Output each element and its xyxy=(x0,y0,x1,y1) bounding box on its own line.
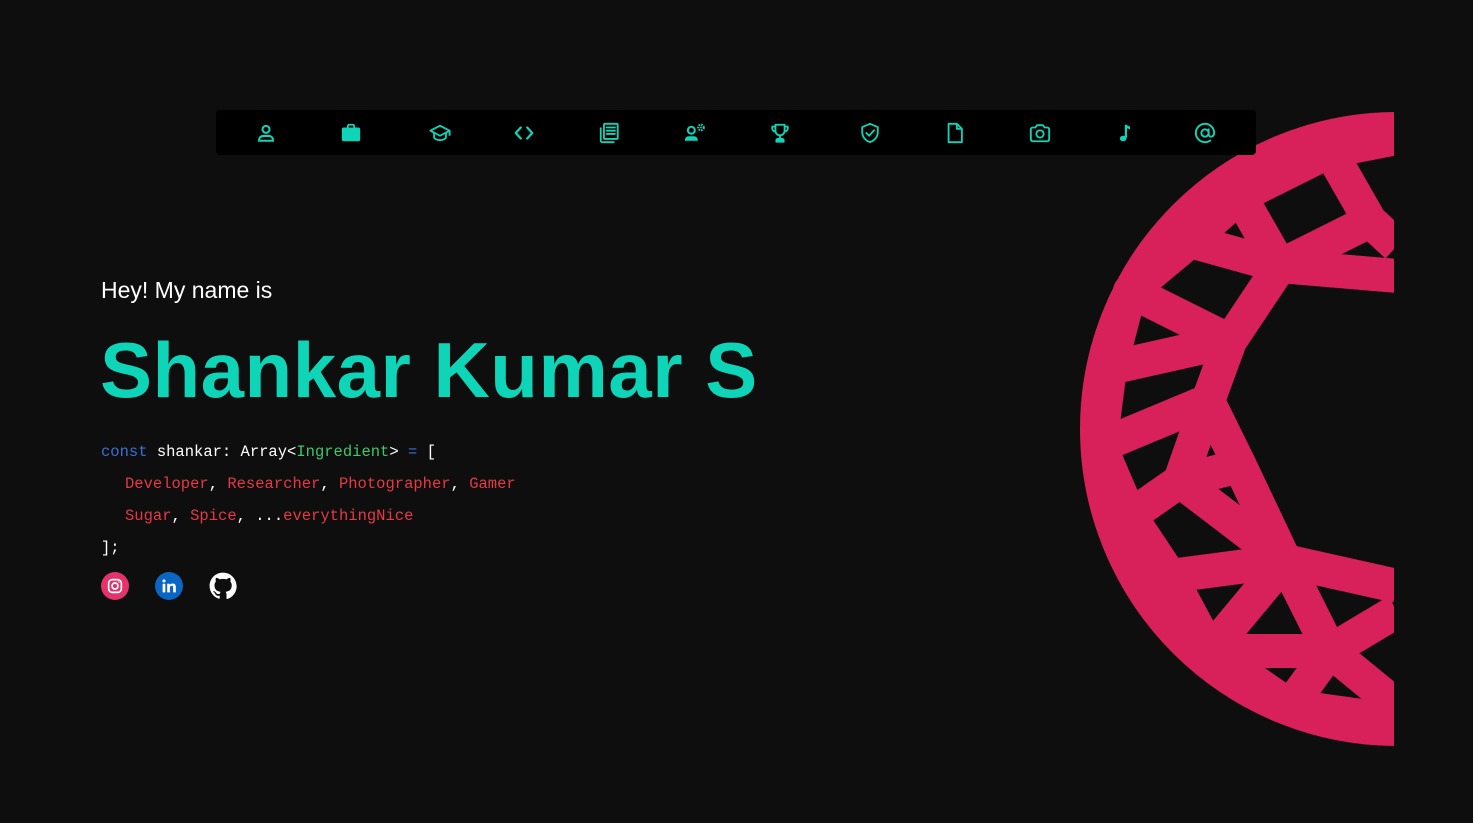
code-item-sugar: Sugar xyxy=(125,507,172,525)
trophy-icon xyxy=(771,123,789,143)
greeting-text: Hey! My name is xyxy=(101,277,273,303)
code-icon xyxy=(514,126,534,140)
code-comma: , xyxy=(171,507,191,525)
user-gear-icon xyxy=(684,123,705,141)
decorative-gem-logo xyxy=(1040,106,1394,752)
nav-photography[interactable] xyxy=(1026,119,1054,147)
nav-publications[interactable] xyxy=(595,119,623,147)
code-snippet: const shankar: Array<Ingredient> = [ Dev… xyxy=(101,440,516,568)
nav-achievements[interactable] xyxy=(766,119,794,147)
code-open-bracket: [ xyxy=(417,443,436,461)
code-type-name: Ingredient xyxy=(296,443,390,461)
page: Hey! My name is Shankar Kumar S const sh… xyxy=(0,0,1473,823)
at-sign-icon xyxy=(1194,122,1216,144)
code-line-1: const shankar: Array<Ingredient> = [ xyxy=(101,440,516,472)
code-item-gamer: Gamer xyxy=(469,475,516,493)
code-comma: , xyxy=(320,475,339,493)
linkedin-link[interactable] xyxy=(155,572,183,600)
code-item-researcher: Researcher xyxy=(227,475,321,493)
code-line-4: ]; xyxy=(101,536,516,568)
code-variable-decl: shankar: Array< xyxy=(147,443,297,461)
nav-projects[interactable] xyxy=(510,119,538,147)
linkedin-icon xyxy=(162,579,176,593)
code-line-3: Sugar, Spice, ...everythingNice xyxy=(101,504,516,536)
code-item-spice: Spice xyxy=(190,507,237,525)
gem-graphic xyxy=(1080,112,1394,746)
code-spread: ... xyxy=(255,507,284,525)
social-links xyxy=(101,572,237,600)
instagram-icon xyxy=(107,578,123,594)
code-closing: ]; xyxy=(101,539,120,557)
nav-skills[interactable] xyxy=(681,119,709,147)
music-note-icon xyxy=(1119,124,1131,142)
github-icon xyxy=(209,572,237,599)
code-line-2: Developer, Researcher, Photographer, Gam… xyxy=(101,472,516,504)
file-icon xyxy=(947,122,963,144)
nav-music[interactable] xyxy=(1111,119,1139,147)
nav-education[interactable] xyxy=(426,119,454,147)
code-decl-end: > xyxy=(389,443,408,461)
code-comma: , xyxy=(236,507,256,525)
code-equals: = xyxy=(407,443,418,461)
nav-resume[interactable] xyxy=(941,119,969,147)
code-item-everything-nice: everythingNice xyxy=(283,507,414,525)
instagram-link[interactable] xyxy=(101,572,129,600)
code-comma: , xyxy=(450,475,470,493)
nav-about[interactable] xyxy=(252,119,280,147)
code-item-developer: Developer xyxy=(125,475,209,493)
hero-name: Shankar Kumar S xyxy=(100,326,758,414)
code-comma: , xyxy=(208,475,228,493)
nav-certifications[interactable] xyxy=(856,119,884,147)
code-keyword-const: const xyxy=(101,443,148,461)
camera-icon xyxy=(1029,124,1051,143)
graduation-cap-icon xyxy=(429,124,451,142)
shield-check-icon xyxy=(861,122,879,144)
briefcase-icon xyxy=(341,123,361,142)
top-navbar xyxy=(216,110,1256,155)
person-icon xyxy=(258,124,274,142)
github-link[interactable] xyxy=(209,572,237,600)
nav-experience[interactable] xyxy=(337,119,365,147)
code-item-photographer: Photographer xyxy=(338,475,451,493)
nav-contact[interactable] xyxy=(1191,119,1219,147)
newspaper-icon xyxy=(599,122,619,144)
